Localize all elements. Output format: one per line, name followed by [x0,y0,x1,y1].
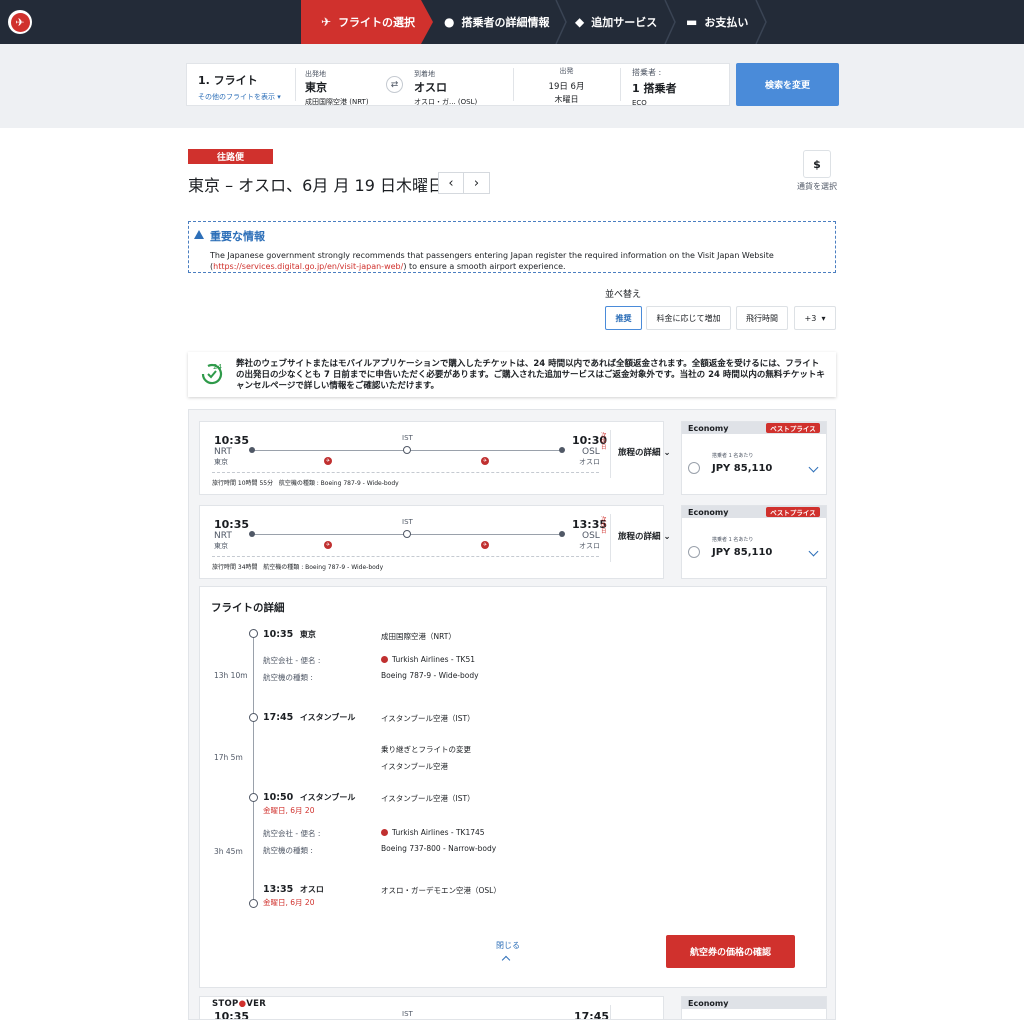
fare-card-economy[interactable]: Economy ベストプライス 搭乗者 1 名あたり JPY 85,110 [681,505,827,579]
stopover-logo: STOP●VER [212,999,267,1009]
currency-button[interactable]: $ [803,150,831,178]
timeline-node [249,629,258,638]
confirm-fare-button[interactable]: 航空券の価格の確認 [666,935,795,968]
visit-japan-link[interactable]: https://services.digital.go.jp/en/visit-… [213,262,403,271]
step-separator-icon [755,0,767,44]
sort-recommended[interactable]: 推奨 [605,306,642,330]
turkish-airlines-icon: ✈ [324,541,332,549]
origin-dot [249,447,255,453]
flight-option-card[interactable]: 10:35 NRT 東京 IST ✈ ✈ 10:30 次の日 OSL オスロ 旅… [199,421,671,495]
currency-label: 通貨を選択 [797,182,837,191]
chevron-down-icon: ▾ [277,93,281,101]
fare-radio[interactable] [688,462,700,474]
chevron-down-icon: ⌄ [663,532,671,542]
flight-option-card[interactable]: STOP●VER 10:35 IST 17:45 [199,996,664,1019]
details-title: フライトの詳細 [211,602,285,614]
other-flights-link[interactable]: その他のフライトを表示 ▾ [198,92,281,102]
fare-price: JPY 85,110 [712,463,773,474]
step-separator-icon [664,0,676,44]
next-day-button[interactable]: › [464,172,490,194]
notice-text: The Japanese government strongly recomme… [210,251,774,260]
departure-date[interactable]: 出発 19日 6月 木曜日 [514,66,619,107]
step-extra-services[interactable]: ◆ 追加サービス [575,0,657,44]
turkish-airlines-icon: ✈ [324,457,332,465]
card-icon: ▬ [686,15,698,29]
person-icon: ● [444,15,455,29]
notice-title: 重要な情報 [210,230,265,243]
flight-results: 10:35 NRT 東京 IST ✈ ✈ 10:30 次の日 OSL オスロ 旅… [188,409,836,1020]
airline-logo[interactable]: ✈ [8,10,32,34]
sort-label: 並べ替え [605,290,642,300]
divider [620,68,621,101]
chevron-down-icon[interactable] [808,546,819,557]
chevron-up-icon[interactable] [501,955,511,965]
refund-text: 弊社のウェブサイトまたはモバイルアプリケーションで購入したチケットは、24 時間… [236,359,825,391]
passengers[interactable]: 搭乗者 : 1 搭乗者 ECO [632,67,676,108]
timeline-node [249,713,258,722]
plane-icon: ✈ [321,15,332,29]
top-navbar: ✈ ✈ フライトの選択 ● 搭乗者の詳細情報 ◆ 追加サービス ▬ お支払い [0,0,1024,44]
turkish-airlines-icon: ✈ [481,457,489,465]
search-summary: 1. フライト その他のフライトを表示 ▾ 出発地 東京 成田国際空港 (NRT… [186,63,730,108]
sort-duration[interactable]: 飛行時間 [736,306,788,330]
swap-icon[interactable]: ⇄ [386,76,403,93]
turkish-airlines-icon [381,829,388,836]
origin-dot [249,531,255,537]
change-search-button[interactable]: 検索を変更 [736,63,839,106]
refund-24h-icon: 24 [201,363,222,385]
ticket-icon: ◆ [575,15,585,29]
outbound-badge: 往路便 [188,149,273,164]
stop-dot [403,530,411,538]
timeline-node [249,793,258,802]
destination-dot [559,531,565,537]
origin[interactable]: 出発地 東京 成田国際空港 (NRT) [305,69,369,110]
timeline-node [249,899,258,908]
chevron-left-icon: ‹ [448,175,454,191]
itinerary-details-link[interactable]: 旅程の詳細 ⌄ [618,446,671,458]
fare-price: JPY 85,110 [712,547,773,558]
flight-details-panel: フライトの詳細 10:35 東京 成田国際空港（NRT） 13h 10m 航空会… [199,586,827,988]
caret-down-icon: ▾ [821,313,826,323]
itinerary-details-link[interactable]: 旅程の詳細 ⌄ [618,530,671,542]
turkish-airlines-icon [381,656,388,663]
step-payment[interactable]: ▬ お支払い [686,0,748,44]
fare-card-economy[interactable]: Economy [681,996,827,1019]
chevron-down-icon[interactable] [808,462,819,473]
prev-day-button[interactable]: ‹ [438,172,464,194]
fare-card-economy[interactable]: Economy ベストプライス 搭乗者 1 名あたり JPY 85,110 [681,421,827,495]
step-arrow-icon [421,0,433,44]
turkish-airlines-icon: ✈ [481,541,489,549]
step-separator-icon [555,0,567,44]
chevron-right-icon: › [473,175,480,191]
timeline-line [253,633,254,903]
refund-info-banner: 24 弊社のウェブサイトまたはモバイルアプリケーションで購入したチケットは、24… [188,352,836,397]
divider [295,68,296,101]
destination[interactable]: 到着地 オスロ オスロ・ガ... (OSL) [414,69,477,110]
flight-option-card[interactable]: 10:35 NRT 東京 IST ✈ ✈ 13:35 次の日 OSL オスロ 旅… [199,505,671,579]
page-title: 東京 – オスロ、6月 月 19 日木曜日 [188,176,444,195]
sort-more[interactable]: +3 ▾ [794,306,836,330]
step-flight-selection[interactable]: ✈ フライトの選択 [301,0,421,44]
svg-text:24: 24 [213,363,222,371]
best-price-badge: ベストプライス [766,507,820,517]
stop-dot [403,446,411,454]
step-passenger-details[interactable]: ● 搭乗者の詳細情報 [444,0,549,44]
sort-price[interactable]: 料金に応じて増加 [646,306,731,330]
flight-number: 1. フライト その他のフライトを表示 ▾ [198,74,281,102]
notice-text-end: to ensure a smooth airport experience. [408,262,566,271]
warning-icon [194,230,204,239]
chevron-down-icon: ⌄ [663,448,671,458]
destination-dot [559,447,565,453]
important-notice: 重要な情報 The Japanese government strongly r… [188,221,836,273]
currency-icon: $ [813,157,821,171]
fare-radio[interactable] [688,546,700,558]
best-price-badge: ベストプライス [766,423,820,433]
close-details-link[interactable]: 閉じる [496,940,520,951]
